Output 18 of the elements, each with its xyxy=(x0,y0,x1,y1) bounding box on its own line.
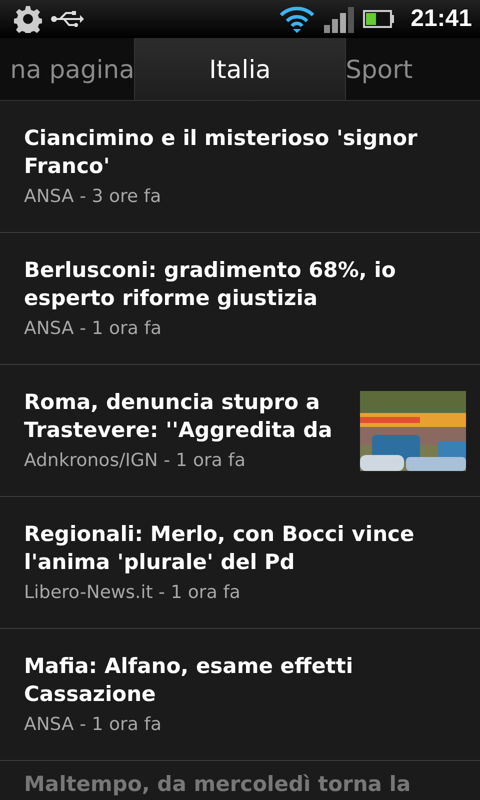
category-tab[interactable]: Italia xyxy=(134,38,346,100)
source-time: Adnkronos/IGN - 1 ora fa xyxy=(24,448,247,472)
signal-icon xyxy=(322,5,355,33)
source-time: ANSA - 1 ora fa xyxy=(24,316,162,340)
headline[interactable]: Ciancimino e il misterioso 'signor Franco' xyxy=(24,124,466,180)
source-time: ANSA - 3 ore fa xyxy=(24,184,162,208)
wifi-icon xyxy=(278,5,315,33)
headline[interactable]: Roma, denuncia stupro a Trastevere: ''Aggredita da xyxy=(24,388,348,444)
settings-icon xyxy=(14,5,42,33)
headline[interactable]: Berlusconi: gradimento 68%, io esperto riforme giustizia xyxy=(24,256,466,312)
clock-time: 21:41 xyxy=(410,5,472,33)
source-time: Libero-News.it - 1 ora fa xyxy=(24,580,242,604)
headline[interactable]: Mafia: Alfano, esame effetti Cassazione xyxy=(24,652,466,708)
headline[interactable]: Regionali: Merlo, con Bocci vince l'anima 'plurale' del Pd xyxy=(24,520,466,576)
battery-icon xyxy=(362,10,395,28)
headline[interactable]: Maltempo, da mercoledì torna la xyxy=(24,770,466,798)
source-time: ANSA - 1 ora fa xyxy=(24,712,162,736)
usb-icon xyxy=(50,10,84,28)
